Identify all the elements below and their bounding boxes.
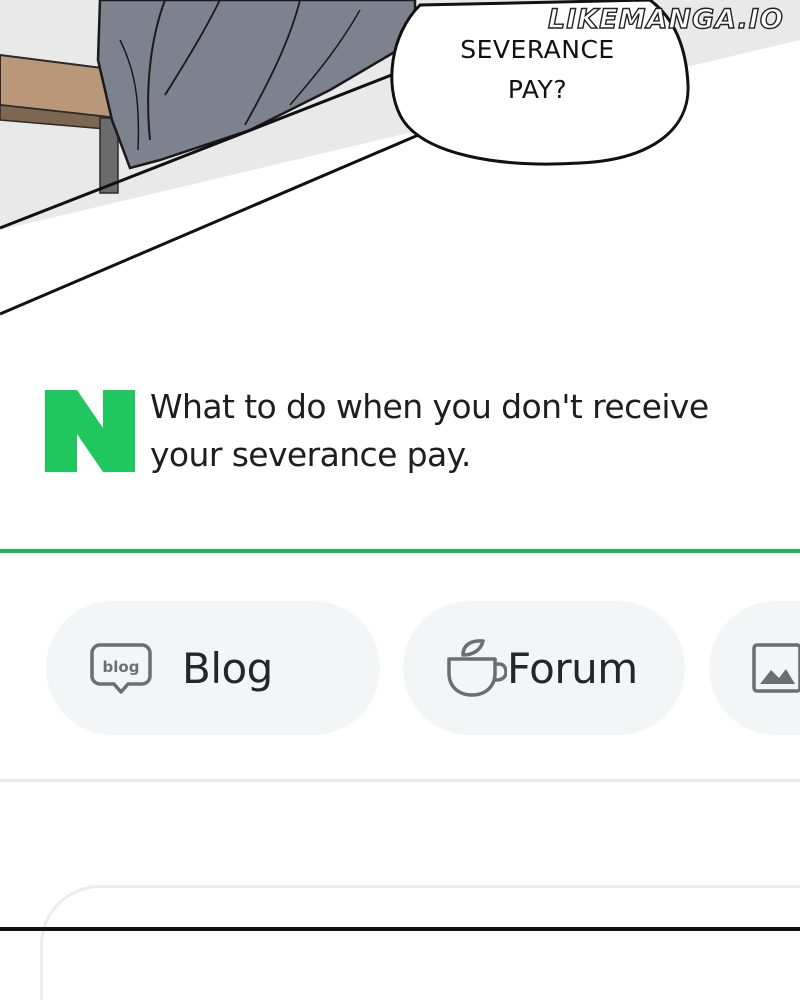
- search-result-header: What to do when you don't receive your s…: [0, 380, 800, 480]
- category-chip-image[interactable]: [709, 601, 800, 735]
- speech-line-2: PAY?: [507, 75, 568, 104]
- naver-logo-icon: [45, 390, 135, 472]
- speech-bubble-text: SEVERANCE PAY?: [430, 30, 645, 110]
- svg-text:blog: blog: [103, 658, 140, 676]
- result-card: [40, 885, 800, 1000]
- speech-line-1: SEVERANCE: [460, 35, 615, 64]
- category-label-forum: Forum: [507, 643, 638, 693]
- page: SEVERANCE PAY? LIKEMANGA.IO What to do w…: [0, 0, 800, 1000]
- blog-icon: blog: [90, 642, 152, 694]
- category-chip-blog[interactable]: blog Blog: [46, 601, 380, 735]
- watermark: LIKEMANGA.IO: [547, 3, 784, 35]
- cafe-cup-icon: [445, 637, 507, 699]
- section-divider: [0, 779, 800, 782]
- comic-artwork: [0, 0, 800, 330]
- image-icon: [751, 642, 800, 694]
- accent-divider: [0, 549, 800, 553]
- result-title[interactable]: What to do when you don't receive your s…: [150, 383, 790, 479]
- comic-panel: SEVERANCE PAY? LIKEMANGA.IO: [0, 0, 800, 330]
- panel-border: [0, 927, 800, 931]
- category-label-blog: Blog: [182, 643, 273, 693]
- category-chip-forum[interactable]: Forum: [403, 601, 685, 735]
